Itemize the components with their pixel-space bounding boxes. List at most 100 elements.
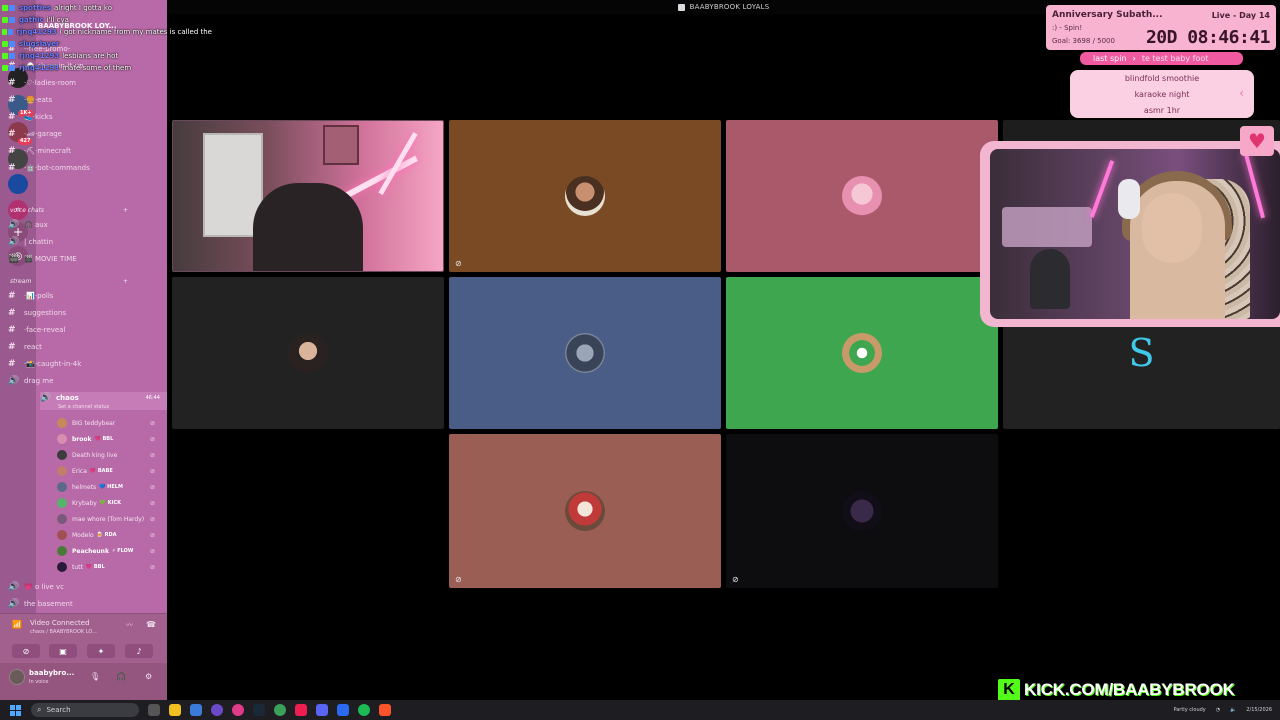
text-channel[interactable]: # ·face-reveal <box>8 323 128 337</box>
obs-icon[interactable] <box>211 704 223 716</box>
voice-channel[interactable]: 🎬 🎬 MOVIE TIME <box>8 252 128 266</box>
channel-status-prompt[interactable]: Set a channel status <box>58 404 109 410</box>
video-tile-dark[interactable] <box>172 277 444 429</box>
voice-channel-chaos[interactable]: 🔊 chaos 46:44 <box>40 391 160 405</box>
voice-status-title[interactable]: Video Connected <box>30 619 90 627</box>
camera-off-button[interactable]: ⊘ <box>12 644 40 658</box>
windows-start-icon[interactable] <box>10 704 21 716</box>
tiktok-icon[interactable] <box>295 704 307 716</box>
kick-logo-icon: K <box>998 679 1020 701</box>
text-channel[interactable]: # react <box>8 340 128 354</box>
channel-label: drag me <box>24 377 54 385</box>
brave-icon[interactable] <box>379 704 391 716</box>
category-label: stream <box>10 278 32 285</box>
soundboard-button[interactable]: ♪ <box>125 644 153 658</box>
text-channel[interactable]: 🔊 drag me <box>8 374 128 388</box>
discord-icon[interactable] <box>316 704 328 716</box>
text-channel[interactable]: # ·📸·caught-in-4k <box>8 357 128 371</box>
taskbar-search[interactable]: ⌕ Search <box>31 703 139 717</box>
user-name[interactable]: baabybro... <box>29 669 74 677</box>
video-tile-green[interactable] <box>726 277 998 429</box>
voice-member[interactable]: Modelo 🍺 RDA <box>57 528 157 542</box>
voice-status-subtitle: chaos / BAABYBROOK LO... <box>30 629 97 635</box>
search-icon: ⌕ <box>37 705 42 714</box>
hashtag-icon: # <box>8 308 16 318</box>
voice-member[interactable]: Krybaby 💚 KICK <box>57 496 157 510</box>
add-channel-icon[interactable]: + <box>123 278 128 285</box>
hashtag-icon: # <box>8 163 16 173</box>
chat-text: alright I gotta ko <box>54 4 113 12</box>
weather-text[interactable]: Partly cloudy <box>1173 707 1205 713</box>
spotify-icon[interactable] <box>358 704 370 716</box>
folder-icon[interactable] <box>190 704 202 716</box>
steam-icon[interactable] <box>253 704 265 716</box>
text-channel[interactable]: # ·🤖·bot-commands <box>8 161 128 175</box>
member-tag: 💚 KICK <box>99 500 122 506</box>
subathon-spin: :) - Spin! <box>1052 24 1083 32</box>
channel-label: 💗 o live vc <box>24 583 65 591</box>
disconnect-icon[interactable]: ☎ <box>146 620 156 629</box>
clock-date[interactable]: 2/15/2026 <box>1246 707 1272 713</box>
voice-member[interactable]: brook 💗 BBL <box>57 432 157 446</box>
channel-label: chaos <box>56 394 79 402</box>
wheel-item: asmr 1hr <box>1143 106 1181 115</box>
category-voice-chats[interactable]: voice chats + <box>10 207 128 214</box>
mic-off-icon: ⊘ <box>455 575 462 584</box>
noise-suppression-icon[interactable]: 〰 <box>126 620 133 630</box>
voice-channel[interactable]: 🔊 | chattin <box>8 235 128 249</box>
sub-badge-icon <box>9 53 15 59</box>
wifi-icon[interactable]: ◔ <box>1216 707 1220 713</box>
voice-member[interactable]: Erica 💗 BABE <box>57 464 157 478</box>
video-tile-slate[interactable] <box>449 277 721 429</box>
chevron-left-icon: ‹ <box>1239 86 1244 100</box>
chat-text: mate some of them <box>62 64 132 72</box>
text-channel[interactable]: # ·📊·polls <box>8 289 128 303</box>
signal-icon: 📶 <box>12 620 22 629</box>
server-icon-5[interactable] <box>8 174 28 194</box>
speaker-icon: 🔊 <box>40 393 52 403</box>
voice-member[interactable]: BIG teddybear <box>57 416 157 430</box>
task-view-icon[interactable] <box>148 704 160 716</box>
last-spin-bar: last spin › te test baby foot <box>1080 52 1243 65</box>
activities-button[interactable]: ✦ <box>87 644 115 658</box>
voice-member[interactable]: tutt 💗 BBL <box>57 560 157 574</box>
text-channel[interactable]: # ·🍔·eats <box>8 93 128 107</box>
voice-member[interactable]: Peacheunk ⚡ FLOW <box>57 544 157 558</box>
voice-member[interactable]: helmets 💙 HELM <box>57 480 157 494</box>
voice-channel[interactable]: 🔊 🎧 aux <box>8 218 128 232</box>
add-channel-icon[interactable]: + <box>123 207 128 214</box>
text-channel[interactable]: # ·🏎·garage <box>8 127 128 141</box>
mic-muted-icon: ⊘ <box>150 468 156 475</box>
kick-badge-icon <box>2 29 7 35</box>
headphones-icon[interactable]: 🎧 <box>116 672 126 681</box>
text-channel[interactable]: # 👟·kicks <box>8 110 128 124</box>
volume-icon[interactable]: 🔈 <box>1230 707 1236 713</box>
video-tile-terracotta[interactable]: ⊘ <box>449 434 721 588</box>
text-channel[interactable]: # ·♡·ladies-room <box>8 76 128 90</box>
avatar <box>57 418 67 428</box>
xbox-icon[interactable] <box>274 704 286 716</box>
voice-member[interactable]: mae whore (Tom Hardy) <box>57 512 157 526</box>
screen-share-button[interactable]: ▣ <box>49 644 77 658</box>
text-channel[interactable]: # ·⛏·minecraft <box>8 144 128 158</box>
app-icon[interactable] <box>232 704 244 716</box>
video-tile-webcam[interactable] <box>172 120 444 272</box>
voice-channel[interactable]: 🔊 the basement <box>8 597 128 611</box>
microphone-icon[interactable]: 🎙 <box>90 672 100 681</box>
file-explorer-icon[interactable] <box>169 704 181 716</box>
video-tile-black[interactable]: ⊘ <box>726 434 998 588</box>
video-tile-brown[interactable]: ⊘ <box>449 120 721 272</box>
voice-channel[interactable]: 🔊 💗 o live vc <box>8 580 128 594</box>
category-stream[interactable]: stream + <box>10 278 128 285</box>
hashtag-icon: # <box>8 129 16 139</box>
voice-member[interactable]: Death king live <box>57 448 157 462</box>
mic-muted-icon: ⊘ <box>150 500 156 507</box>
settings-gear-icon[interactable]: ⚙ <box>145 672 152 681</box>
video-tile-rose[interactable] <box>726 120 998 272</box>
avatar <box>57 546 67 556</box>
avatar[interactable] <box>9 669 25 685</box>
channel-label: react <box>24 343 42 351</box>
text-channel[interactable]: # suggestions <box>8 306 128 320</box>
messenger-icon[interactable] <box>337 704 349 716</box>
hashtag-icon: # <box>8 291 16 301</box>
